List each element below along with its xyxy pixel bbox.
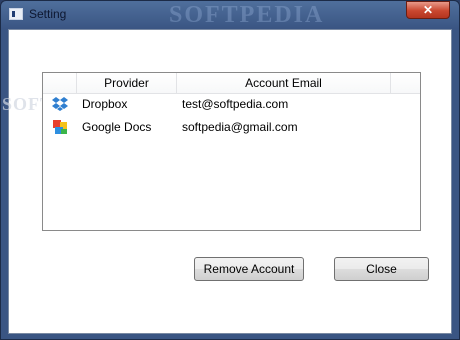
account-email: test@softpedia.com <box>182 97 289 111</box>
column-header-provider[interactable]: Provider <box>77 73 177 93</box>
settings-window: Setting SOFTPEDIA ✕ SOFTPEDIA Provider A… <box>0 0 460 340</box>
accounts-table[interactable]: Provider Account Email Dropbox test@soft… <box>42 72 421 231</box>
google-docs-icon <box>53 120 67 134</box>
column-header-email[interactable]: Account Email <box>177 73 391 93</box>
title-bar[interactable]: Setting SOFTPEDIA ✕ <box>1 1 459 29</box>
window-close-button[interactable]: ✕ <box>406 1 450 19</box>
table-row[interactable]: Google Docs softpedia@gmail.com <box>43 118 420 136</box>
remove-account-button[interactable]: Remove Account <box>194 257 304 281</box>
table-header: Provider Account Email <box>43 73 420 94</box>
table-row[interactable]: Dropbox test@softpedia.com <box>43 95 420 113</box>
window-title: Setting <box>29 7 67 21</box>
watermark-logo: SOFTPEDIA <box>169 2 325 28</box>
provider-name: Google Docs <box>82 120 152 134</box>
app-icon <box>9 8 23 20</box>
dropbox-icon <box>52 97 68 111</box>
close-button[interactable]: Close <box>334 257 429 281</box>
account-email: softpedia@gmail.com <box>182 120 298 134</box>
close-icon: ✕ <box>422 3 434 17</box>
provider-name: Dropbox <box>82 97 128 111</box>
icon-column-header[interactable] <box>43 73 77 93</box>
dialog-body: SOFTPEDIA Provider Account Email Dropbox… <box>2 29 452 334</box>
